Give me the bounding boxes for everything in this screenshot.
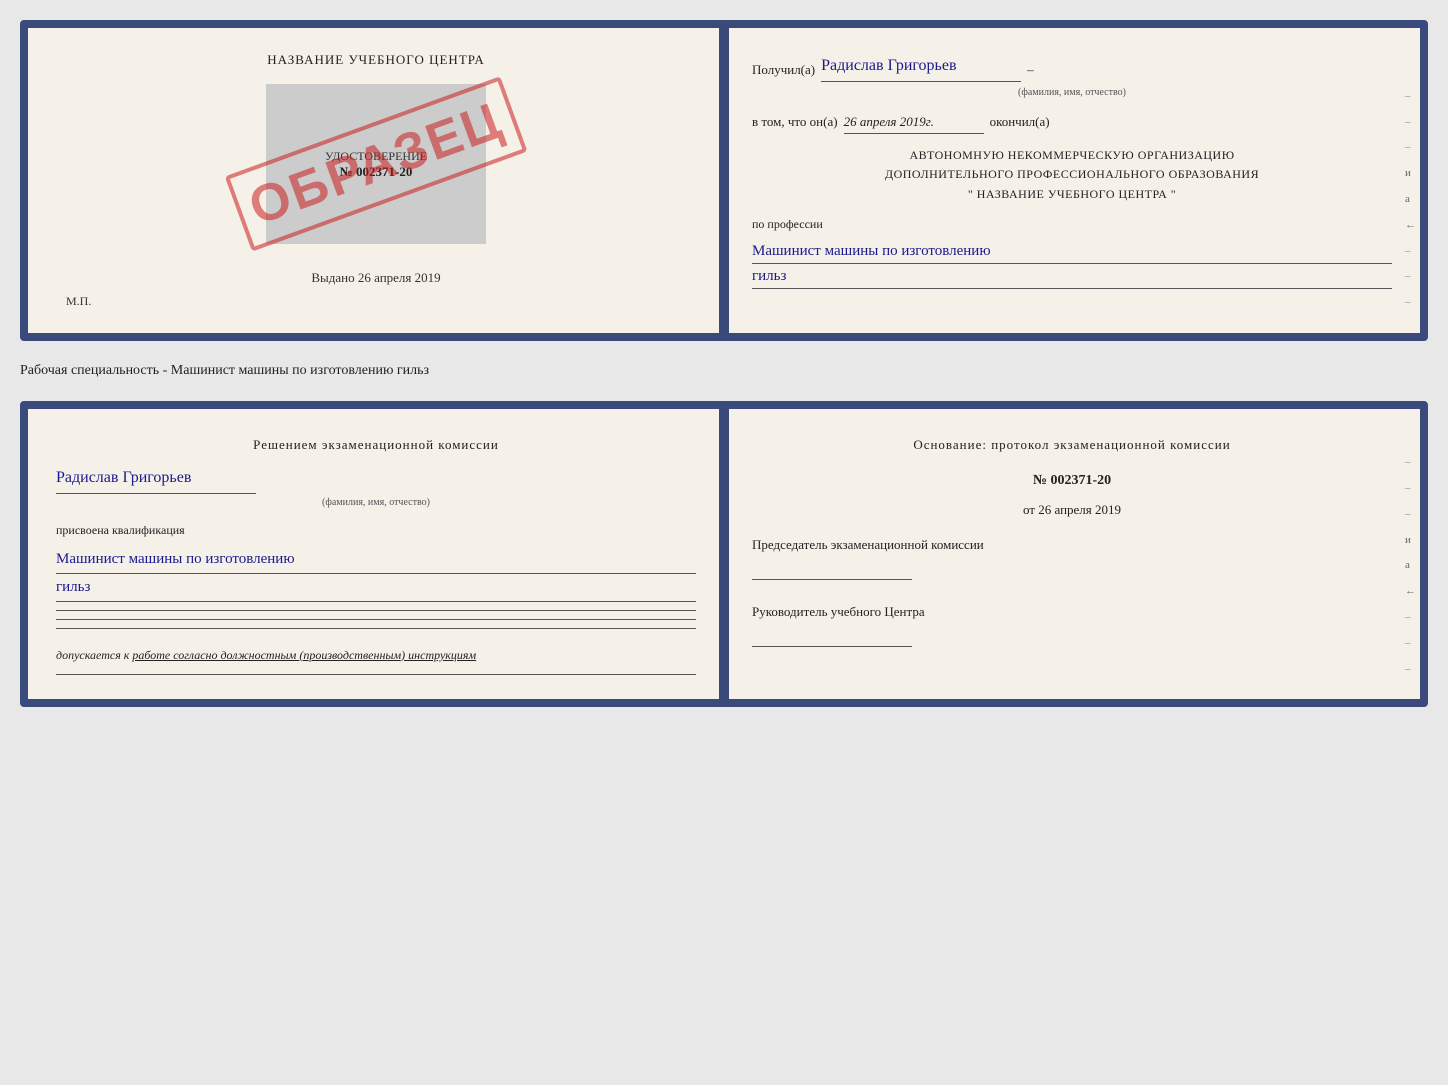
recipient-name: Радислав Григорьев: [821, 52, 1021, 82]
org-line2: ДОПОЛНИТЕЛЬНОГО ПРОФЕССИОНАЛЬНОГО ОБРАЗО…: [752, 165, 1392, 184]
fio-sub-top: (фамилия, имя, отчество): [752, 84, 1392, 102]
rukovoditel-block: Руководитель учебного Центра: [752, 600, 1392, 655]
bdeco7: –: [1405, 608, 1416, 628]
resheniem-title: Решением экзаменационной комиссии: [56, 433, 696, 456]
bdeco5: а: [1405, 556, 1416, 576]
deco3: –: [1405, 138, 1416, 158]
deco8: –: [1405, 267, 1416, 287]
bdeco6: ←: [1405, 582, 1416, 602]
rukovoditel-label: Руководитель учебного Центра: [752, 600, 1392, 623]
bdeco3: –: [1405, 505, 1416, 525]
vydano-label: Выдано: [311, 270, 354, 285]
top-left-panel: НАЗВАНИЕ УЧЕБНОГО ЦЕНТРА УДОСТОВЕРЕНИЕ №…: [28, 28, 724, 333]
vydano-line: Выдано 26 апреля 2019: [311, 270, 440, 286]
deco4: и: [1405, 164, 1416, 184]
right-side-deco-bottom: – – – и а ← – – –: [1405, 409, 1416, 699]
profession-name-line1: Машинист машины по изготовлению: [752, 239, 1392, 264]
okончил-label: окончил(а): [990, 110, 1050, 133]
mp-label: М.П.: [66, 294, 91, 309]
deco6: ←: [1405, 216, 1416, 236]
dopuskaetsya-block: допускается к работе согласно должностны…: [56, 645, 696, 667]
ot-date-value: 26 апреля 2019: [1038, 502, 1121, 517]
qualification-line1: Машинист машины по изготовлению: [56, 546, 696, 574]
deco1: –: [1405, 87, 1416, 107]
protocol-number: № 002371-20: [752, 468, 1392, 493]
bottom-person-name: Радислав Григорьев: [56, 464, 256, 494]
vydano-date: 26 апреля 2019: [358, 270, 441, 285]
top-document-card: НАЗВАНИЕ УЧЕБНОГО ЦЕНТРА УДОСТОВЕРЕНИЕ №…: [20, 20, 1428, 341]
stamp-inner: УДОСТОВЕРЕНИЕ № 002371-20: [325, 149, 427, 180]
bdeco9: –: [1405, 660, 1416, 680]
bottom-document-card: Решением экзаменационной комиссии Радисл…: [20, 401, 1428, 707]
qualification-line2: гильз: [56, 574, 696, 602]
bdeco2: –: [1405, 479, 1416, 499]
vtom-date: 26 апреля 2019г.: [844, 110, 984, 134]
stamp-area: УДОСТОВЕРЕНИЕ № 002371-20 ОБРАЗЕЦ: [266, 84, 486, 244]
po-professii-label: по профессии: [752, 214, 1392, 236]
org-line1: АВТОНОМНУЮ НЕКОММЕРЧЕСКУЮ ОРГАНИЗАЦИЮ: [752, 146, 1392, 165]
org-line3: " НАЗВАНИЕ УЧЕБНОГО ЦЕНТРА ": [752, 185, 1392, 204]
deco9: –: [1405, 293, 1416, 313]
bdeco1: –: [1405, 453, 1416, 473]
org-block: АВТОНОМНУЮ НЕКОММЕРЧЕСКУЮ ОРГАНИЗАЦИЮ ДО…: [752, 146, 1392, 204]
dopusk-prefix: допускается к: [56, 648, 129, 662]
dash-after-name: –: [1027, 58, 1034, 81]
ot-label: от: [1023, 502, 1035, 517]
poluchil-row: Получил(а) Радислав Григорьев –: [752, 52, 1392, 82]
bdeco4: и: [1405, 531, 1416, 551]
udostoverenie-label: УДОСТОВЕРЕНИЕ: [325, 149, 427, 164]
bottom-left-panel: Решением экзаменационной комиссии Радисл…: [28, 409, 724, 699]
prisvoena-label: присвоена квалификация: [56, 520, 696, 542]
stamp-number: № 002371-20: [340, 164, 413, 180]
profession-name-line2: гильз: [752, 264, 1392, 289]
rukovoditel-signature-line: [752, 627, 912, 647]
predsedatel-label: Председатель экзаменационной комиссии: [752, 533, 1392, 556]
vtom-row: в том, что он(а) 26 апреля 2019г. окончи…: [752, 110, 1392, 134]
predsedatel-signature-line: [752, 560, 912, 580]
poluchil-label: Получил(а): [752, 58, 815, 81]
middle-label: Рабочая специальность - Машинист машины …: [20, 359, 1428, 383]
ot-date-row: от 26 апреля 2019: [752, 498, 1392, 521]
deco7: –: [1405, 242, 1416, 262]
osnovanie-title: Основание: протокол экзаменационной коми…: [752, 433, 1392, 456]
bdeco8: –: [1405, 634, 1416, 654]
page-wrapper: НАЗВАНИЕ УЧЕБНОГО ЦЕНТРА УДОСТОВЕРЕНИЕ №…: [20, 20, 1428, 707]
dopusk-text: работе согласно должностным (производств…: [132, 648, 476, 662]
top-left-title: НАЗВАНИЕ УЧЕБНОГО ЦЕНТРА: [267, 52, 484, 68]
predsedatel-block: Председатель экзаменационной комиссии: [752, 533, 1392, 588]
vtom-label: в том, что он(а): [752, 110, 838, 133]
bottom-fio-sub: (фамилия, имя, отчество): [56, 494, 696, 512]
top-right-panel: Получил(а) Радислав Григорьев – (фамилия…: [724, 28, 1420, 333]
bottom-right-panel: Основание: протокол экзаменационной коми…: [724, 409, 1420, 699]
deco2: –: [1405, 113, 1416, 133]
right-side-deco-top: – – – и а ← – – –: [1405, 28, 1416, 333]
deco5: а: [1405, 190, 1416, 210]
